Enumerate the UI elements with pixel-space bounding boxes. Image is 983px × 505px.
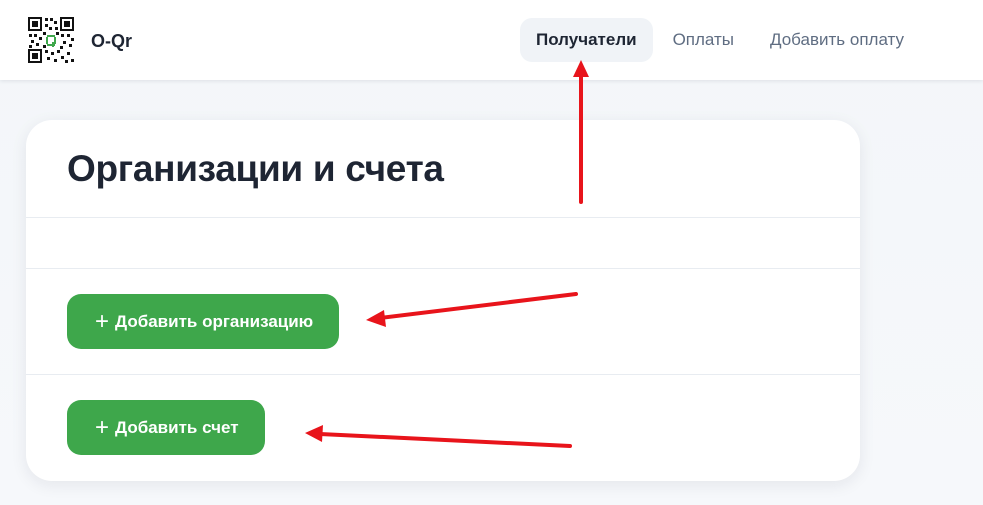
annotation-arrowhead-add-account [305,425,323,442]
annotation-arrow-add-account [318,432,572,448]
annotation-arrowhead-nav [573,60,589,77]
annotation-arrow-add-org [378,292,578,320]
annotation-arrowhead-add-org [366,310,386,327]
annotation-arrows [305,60,589,448]
